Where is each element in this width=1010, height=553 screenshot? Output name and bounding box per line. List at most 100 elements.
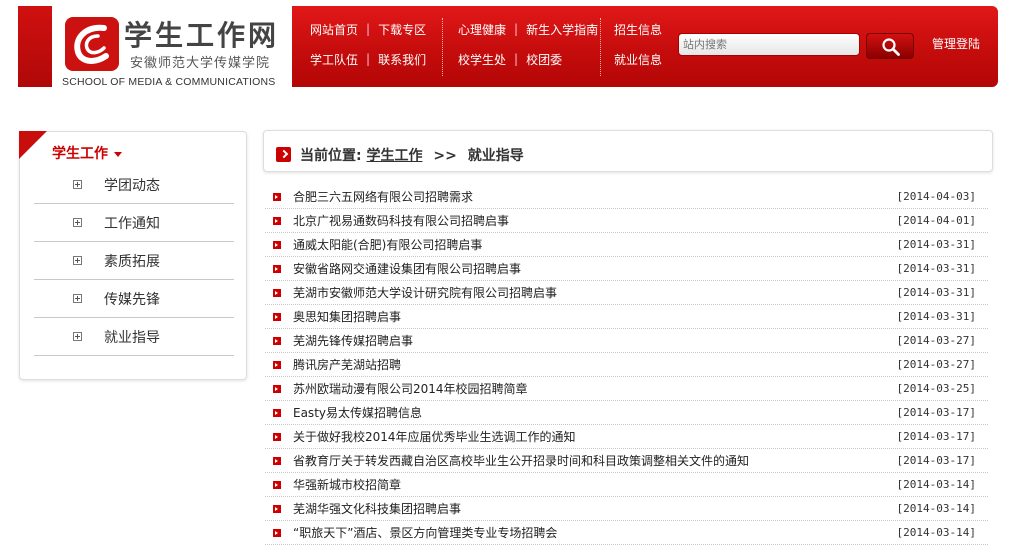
- bullet-icon: [273, 192, 281, 201]
- news-date: [2014-03-31]: [896, 262, 976, 275]
- news-title-link[interactable]: 省教育厅关于转发西藏自治区高校毕业生公开招录时间和科目政策调整相关文件的通知: [293, 452, 749, 469]
- list-item: 芜湖华强文化科技集团招聘启事 [2014-03-14]: [265, 497, 988, 521]
- sidebar-item-career-guidance[interactable]: 就业指导: [34, 318, 234, 356]
- sidebar-title[interactable]: 学生工作: [52, 143, 122, 163]
- sidebar-corner-decoration: [19, 131, 47, 159]
- list-item: 苏州欧瑞动漫有限公司2014年校园招聘简章 [2014-03-25]: [265, 377, 988, 401]
- news-title-link[interactable]: 芜湖市安徽师范大学设计研究院有限公司招聘启事: [293, 284, 557, 301]
- news-date: [2014-03-27]: [896, 358, 976, 371]
- breadcrumb-current: 就业指导: [467, 148, 524, 164]
- bullet-icon: [273, 408, 281, 417]
- list-item: 芜湖市安徽师范大学设计研究院有限公司招聘启事 [2014-03-31]: [265, 281, 988, 305]
- list-item: 华强新城市校招简章 [2014-03-14]: [265, 473, 988, 497]
- admin-login-link[interactable]: 管理登陆: [932, 35, 980, 52]
- nav-student-office[interactable]: 校学生处: [458, 51, 506, 68]
- sidebar-item-work-notices[interactable]: 工作通知: [34, 204, 234, 242]
- news-title-link[interactable]: 华强新城市校招简章: [293, 476, 401, 493]
- site-english-name: SCHOOL OF MEDIA & COMMUNICATIONS: [62, 76, 276, 88]
- nav-freshman-guide[interactable]: 新生入学指南: [526, 21, 598, 38]
- nav-admissions[interactable]: 招生信息: [614, 21, 662, 38]
- nav-divider: [442, 18, 443, 76]
- breadcrumb-separator: >>: [433, 148, 457, 164]
- news-date: [2014-03-14]: [896, 502, 976, 515]
- news-date: [2014-04-01]: [896, 214, 976, 227]
- nav-group-2: 心理健康 | 新生入学指南 校学生处 | 校团委: [458, 21, 599, 68]
- nav-home[interactable]: 网站首页: [310, 21, 358, 38]
- breadcrumb-parent-link[interactable]: 学生工作: [366, 148, 422, 164]
- list-item: 芜湖先锋传媒招聘启事 [2014-03-27]: [265, 329, 988, 353]
- news-title-link[interactable]: 通威太阳能(合肥)有限公司招聘启事: [293, 236, 482, 253]
- news-title-link[interactable]: 关于做好我校2014年应届优秀毕业生选调工作的通知: [293, 428, 576, 445]
- sidebar-item-label: 学团动态: [104, 177, 160, 194]
- news-date: [2014-03-17]: [896, 454, 976, 467]
- news-date: [2014-03-31]: [896, 286, 976, 299]
- sidebar-item-quality-development[interactable]: 素质拓展: [34, 242, 234, 280]
- sidebar-item-label: 素质拓展: [104, 253, 160, 270]
- sidebar-item-media-pioneers[interactable]: 传媒先锋: [34, 280, 234, 318]
- nav-youth-league[interactable]: 校团委: [526, 51, 562, 68]
- list-item: “职旅天下”酒店、景区方向管理类专业专场招聘会 [2014-03-14]: [265, 521, 988, 545]
- bullet-icon: [273, 312, 281, 321]
- breadcrumb: 当前位置: 学生工作 >> 就业指导: [263, 130, 993, 172]
- bullet-icon: [273, 384, 281, 393]
- search-icon: [882, 38, 900, 56]
- news-title-link[interactable]: 安徽省路网交通建设集团有限公司招聘启事: [293, 260, 521, 277]
- site-subtitle: 安徽师范大学传媒学院: [130, 56, 271, 71]
- nav-group-3: 招生信息 就业信息: [614, 20, 662, 80]
- list-item: 合肥三六五网络有限公司招聘需求 [2014-04-03]: [265, 185, 988, 209]
- sidebar-item-label: 就业指导: [104, 329, 160, 346]
- bullet-icon: [273, 456, 281, 465]
- list-item: 关于做好我校2014年应届优秀毕业生选调工作的通知 [2014-03-17]: [265, 425, 988, 449]
- list-item: Easty易太传媒招聘信息 [2014-03-17]: [265, 401, 988, 425]
- bullet-icon: [273, 480, 281, 489]
- sidebar-title-label: 学生工作: [52, 146, 108, 162]
- news-list: 合肥三六五网络有限公司招聘需求 [2014-04-03] 北京广视易通数码科技有限…: [265, 185, 988, 545]
- news-title-link[interactable]: 腾讯房产芜湖站招聘: [293, 356, 401, 373]
- nav-contact[interactable]: 联系我们: [378, 51, 426, 68]
- news-date: [2014-03-14]: [896, 526, 976, 539]
- search-input[interactable]: [679, 34, 859, 55]
- news-title-link[interactable]: 奥思知集团招聘启事: [293, 308, 401, 325]
- sidebar-menu: 学团动态 工作通知 素质拓展 传媒先锋 就业指导: [34, 166, 234, 356]
- bullet-icon: [273, 360, 281, 369]
- news-date: [2014-03-31]: [896, 310, 976, 323]
- search-box: [678, 33, 860, 56]
- news-date: [2014-04-03]: [896, 190, 976, 203]
- list-item: 省教育厅关于转发西藏自治区高校毕业生公开招录时间和科目政策调整相关文件的通知 [2…: [265, 449, 988, 473]
- sidebar-item-label: 传媒先锋: [104, 291, 160, 308]
- plus-box-icon: [73, 256, 82, 265]
- arrow-right-icon: [276, 147, 291, 162]
- news-title-link[interactable]: “职旅天下”酒店、景区方向管理类专业专场招聘会: [293, 524, 557, 541]
- list-item: 安徽省路网交通建设集团有限公司招聘启事 [2014-03-31]: [265, 257, 988, 281]
- search-button[interactable]: [866, 33, 914, 59]
- sidebar-item-team-news[interactable]: 学团动态: [34, 166, 234, 204]
- breadcrumb-prefix: 当前位置:: [300, 148, 362, 164]
- bullet-icon: [273, 240, 281, 249]
- plus-box-icon: [73, 218, 82, 227]
- bullet-icon: [273, 288, 281, 297]
- nav-employment[interactable]: 就业信息: [614, 51, 662, 68]
- news-title-link[interactable]: 芜湖华强文化科技集团招聘启事: [293, 500, 461, 517]
- sidebar: 学生工作 学团动态 工作通知 素质拓展 传媒先锋 就业指导: [19, 131, 247, 380]
- news-title-link[interactable]: 北京广视易通数码科技有限公司招聘启事: [293, 212, 509, 229]
- news-date: [2014-03-27]: [896, 334, 976, 347]
- caret-down-icon: [114, 151, 122, 157]
- nav-downloads[interactable]: 下载专区: [378, 21, 426, 38]
- logo[interactable]: 学生工作网 安徽师范大学传媒学院 SCHOOL OF MEDIA & COMMU…: [18, 6, 292, 88]
- nav-staff[interactable]: 学工队伍: [310, 51, 358, 68]
- news-date: [2014-03-17]: [896, 430, 976, 443]
- list-item: 通威太阳能(合肥)有限公司招聘启事 [2014-03-31]: [265, 233, 988, 257]
- nav-group-1: 网站首页 | 下载专区 学工队伍 | 联系我们: [310, 21, 427, 68]
- bullet-icon: [273, 216, 281, 225]
- news-title-link[interactable]: 芜湖先锋传媒招聘启事: [293, 332, 413, 349]
- news-title-link[interactable]: 合肥三六五网络有限公司招聘需求: [293, 188, 473, 205]
- bullet-icon: [273, 528, 281, 537]
- nav-divider: [600, 18, 601, 76]
- nav-mental-health[interactable]: 心理健康: [458, 21, 506, 38]
- news-title-link[interactable]: Easty易太传媒招聘信息: [293, 404, 422, 421]
- news-title-link[interactable]: 苏州欧瑞动漫有限公司2014年校园招聘简章: [293, 380, 528, 397]
- site-title: 学生工作网: [124, 19, 280, 52]
- plus-box-icon: [73, 294, 82, 303]
- list-item: 北京广视易通数码科技有限公司招聘启事 [2014-04-01]: [265, 209, 988, 233]
- logo-red-strip: [18, 6, 52, 87]
